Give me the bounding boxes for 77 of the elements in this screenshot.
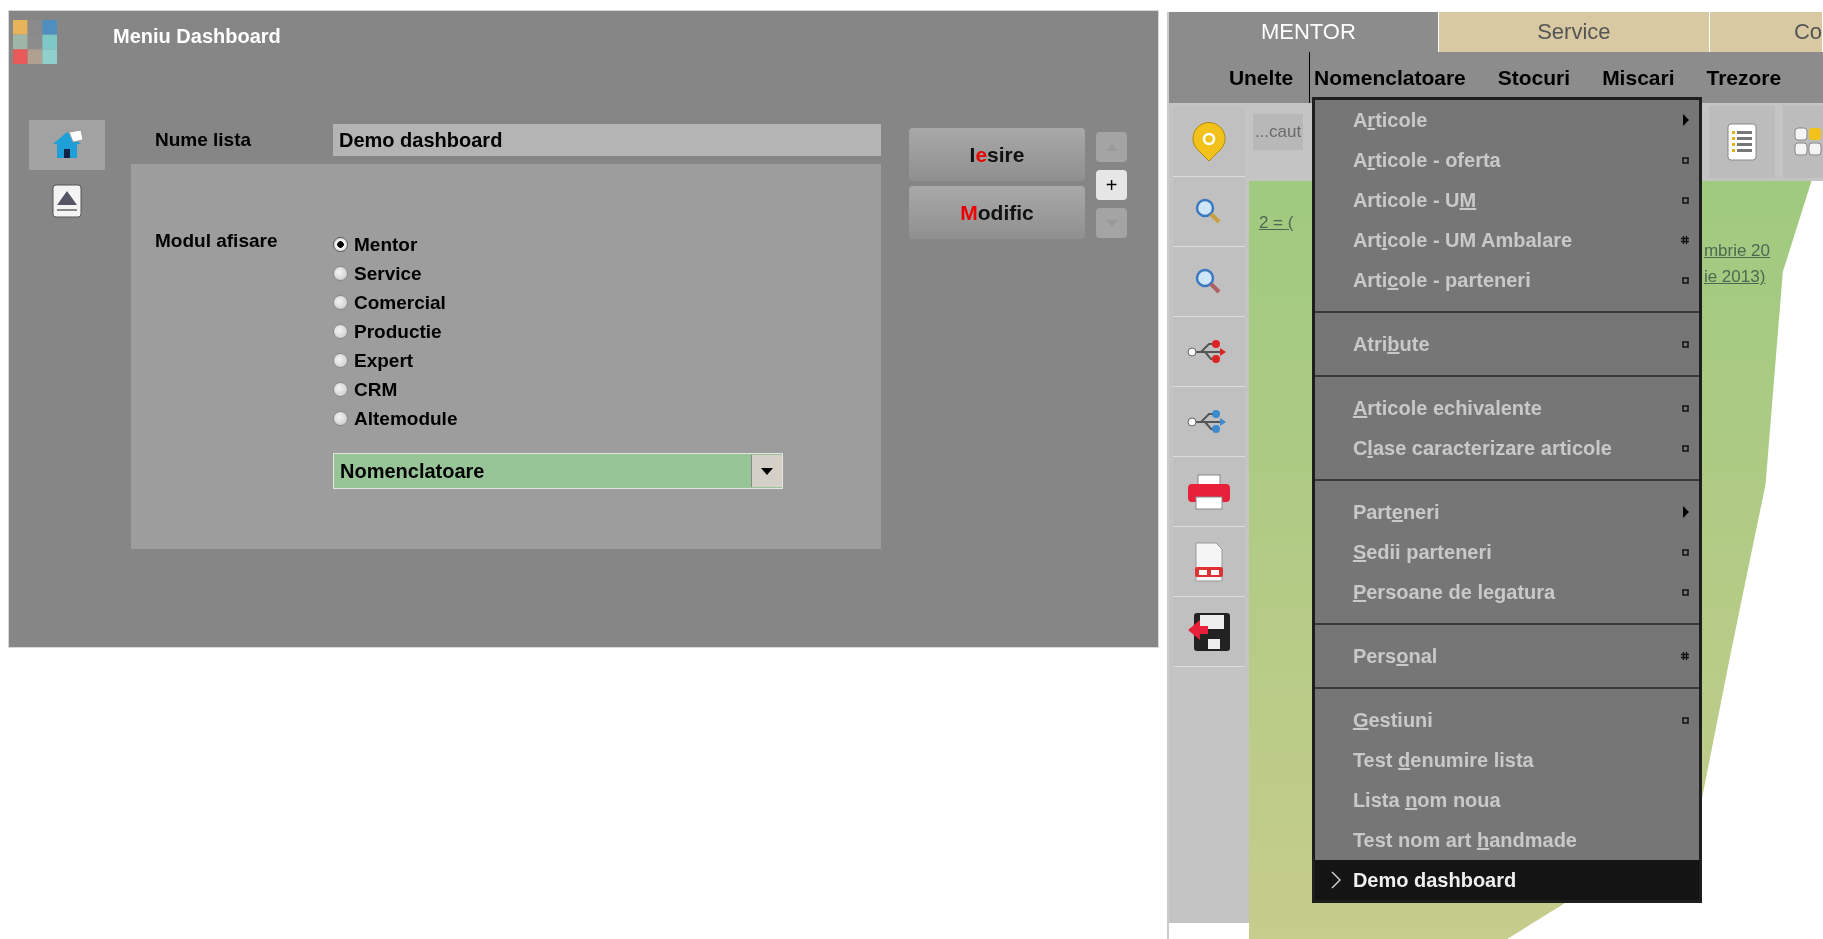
- menu-item-label: Parteneri: [1352, 500, 1441, 524]
- menu-item-label: Articole: [1352, 108, 1429, 132]
- menu-bar-item[interactable]: Unelte: [1212, 52, 1310, 103]
- grid-icon: [1680, 652, 1689, 660]
- list-icon: [1725, 122, 1759, 162]
- menu-item-label: Persoane de legatura: [1352, 580, 1557, 604]
- search-button[interactable]: [1172, 177, 1245, 247]
- name-label: Nume lista: [154, 129, 253, 151]
- usb-button[interactable]: [1172, 387, 1245, 457]
- search-button[interactable]: [1172, 247, 1245, 317]
- grid-button[interactable]: [1783, 106, 1823, 178]
- document-button[interactable]: [1172, 527, 1245, 597]
- menu-item[interactable]: Lista nom noua: [1314, 780, 1699, 820]
- search-field[interactable]: ...caut: [1252, 114, 1304, 150]
- modify-button[interactable]: Modific: [909, 186, 1085, 239]
- list-button[interactable]: [1709, 106, 1775, 178]
- menu-item-label: Lista nom noua: [1352, 788, 1502, 812]
- menu-item-label: Clase caracterizare articole: [1352, 436, 1613, 460]
- caret-down-icon: [761, 467, 773, 475]
- menu-item[interactable]: Personal: [1314, 636, 1699, 676]
- menu-item[interactable]: Atribute: [1314, 324, 1699, 364]
- usb-button[interactable]: [1172, 317, 1245, 387]
- mode-radio[interactable]: CRM: [333, 375, 458, 404]
- mode-radio[interactable]: Comercial: [333, 288, 458, 317]
- menu-item-label: Test denumire lista: [1352, 748, 1535, 772]
- window-title: Meniu Dashboard: [113, 24, 281, 48]
- document-icon: [51, 183, 83, 219]
- mode-label: Modul afisare: [155, 230, 279, 253]
- menu-item[interactable]: Test nom art handmade: [1314, 820, 1699, 860]
- menu-item-label: Articole - parteneri: [1352, 268, 1532, 292]
- submenu-arrow-icon: [1682, 506, 1689, 518]
- submenu-arrow-icon: [1682, 114, 1689, 126]
- module-tab[interactable]: Co: [1709, 12, 1823, 52]
- mode-radio[interactable]: Productie: [333, 317, 458, 346]
- menu-item[interactable]: Clase caracterizare articole: [1314, 428, 1699, 468]
- menu-item[interactable]: Articole: [1314, 100, 1699, 140]
- menu-item-label: Demo dashboard: [1352, 868, 1518, 892]
- menu-item-label: Sedii parteneri: [1352, 540, 1493, 564]
- mode-radio[interactable]: Altemodule: [333, 404, 458, 433]
- menu-item-label: Articole - UM Ambalare: [1352, 228, 1574, 252]
- menu-item[interactable]: Articole - parteneri: [1314, 260, 1699, 300]
- app-logo-icon: [13, 20, 57, 64]
- menu-item-label: Articole - oferta: [1352, 148, 1502, 172]
- mode-radio[interactable]: Service: [333, 259, 458, 288]
- menu-item-label: Personal: [1352, 644, 1439, 668]
- mode-radio[interactable]: Mentor: [333, 230, 458, 259]
- menu-item[interactable]: Parteneri: [1314, 492, 1699, 532]
- grid-icon: [1680, 236, 1689, 244]
- exit-button[interactable]: Iesire: [909, 128, 1085, 181]
- tree-text: mbrie 20: [1703, 241, 1770, 261]
- module-tab[interactable]: MENTOR: [1168, 12, 1439, 52]
- name-field[interactable]: Demo dashboard: [333, 124, 881, 156]
- add-button[interactable]: +: [1096, 170, 1127, 200]
- home-button[interactable]: [29, 120, 105, 170]
- module-tab[interactable]: Service: [1438, 12, 1710, 52]
- menu-item-label: Atribute: [1352, 332, 1431, 356]
- print-button[interactable]: [1172, 457, 1245, 527]
- menu-item[interactable]: Sedii parteneri: [1314, 532, 1699, 572]
- tree-text: ie 2013): [1703, 267, 1766, 287]
- menu-item-label: Test nom art handmade: [1352, 828, 1578, 852]
- menu-item-label: Articole echivalente: [1352, 396, 1543, 420]
- menu-item-label: Gestiuni: [1352, 708, 1434, 732]
- menu-item[interactable]: Articole - oferta: [1314, 140, 1699, 180]
- menu-item[interactable]: Gestiuni: [1314, 700, 1699, 740]
- tree-text: 2 = (: [1258, 213, 1294, 233]
- menu-bar-item[interactable]: Trezore: [1690, 52, 1798, 103]
- menu-item[interactable]: Articole echivalente: [1314, 388, 1699, 428]
- menu-item-label: Articole - UM: [1352, 188, 1478, 212]
- menu-item[interactable]: Demo dashboard: [1314, 860, 1699, 900]
- save-button[interactable]: [1172, 597, 1245, 667]
- chevron-right-icon: [1330, 871, 1341, 889]
- menu-item[interactable]: Articole - UM: [1314, 180, 1699, 220]
- menu-item[interactable]: Articole - UM Ambalare: [1314, 220, 1699, 260]
- list-dropdown[interactable]: Nomenclatoare: [333, 453, 783, 489]
- menu-item[interactable]: Persoane de legatura: [1314, 572, 1699, 612]
- mode-radio[interactable]: Expert: [333, 346, 458, 375]
- menu-item[interactable]: Test denumire lista: [1314, 740, 1699, 780]
